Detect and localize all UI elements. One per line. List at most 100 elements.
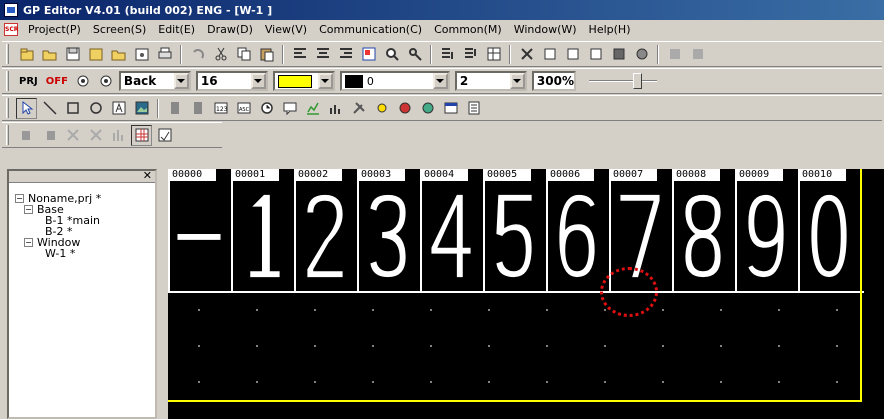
cut-icon[interactable] [210,44,231,65]
library-icon[interactable] [608,44,629,65]
image-tool-icon[interactable] [131,98,152,119]
alarm-tool-icon[interactable] [371,98,392,119]
cat-icon[interactable] [585,44,606,65]
numeric-display-panel[interactable]: 00002 [294,169,354,291]
slider-thumb[interactable] [632,73,642,89]
zoom-icon[interactable] [381,44,402,65]
new-project-icon[interactable] [16,44,37,65]
foreground-color-select[interactable] [272,71,335,91]
numeric-display-icon[interactable]: 123 [210,98,231,119]
menu-common[interactable]: Common(M) [428,23,508,36]
menu-communication[interactable]: Communication(C) [313,23,428,36]
layer-back-icon[interactable] [39,125,60,146]
align-center-icon[interactable] [312,44,333,65]
tree-item-screen[interactable]: W-1 * [15,248,101,259]
flip-h-icon[interactable] [62,125,83,146]
open-icon[interactable] [39,44,60,65]
layer-front-icon[interactable] [16,125,37,146]
copy-icon[interactable] [233,44,254,65]
graph-tool-icon[interactable] [302,98,323,119]
background-color-select[interactable]: 0 [339,71,450,91]
meter-tool-icon[interactable] [417,98,438,119]
line-width-select[interactable]: 2 [454,71,527,91]
parts-icon[interactable] [631,44,652,65]
sampling-tool-icon[interactable] [394,98,415,119]
save-icon[interactable] [62,44,83,65]
clock-tool-icon[interactable] [256,98,277,119]
collapse-icon[interactable]: − [24,205,33,214]
numeric-display-panel[interactable]: 00010 [798,169,858,291]
device-view-icon[interactable] [73,71,94,92]
menu-screen[interactable]: Screen(S) [87,23,152,36]
line-tool-icon[interactable] [39,98,60,119]
disabled-icon-b[interactable] [687,44,708,65]
font-size-select[interactable]: 16 [195,71,268,91]
move-down-icon[interactable] [437,44,458,65]
save-screen-icon[interactable] [131,44,152,65]
open-screen-icon[interactable] [108,44,129,65]
toolbar-grip[interactable] [6,125,9,145]
move-up-icon[interactable] [460,44,481,65]
recipe-tool-icon[interactable] [463,98,484,119]
menu-window[interactable]: Window(W) [508,23,583,36]
numeric-display-panel[interactable]: 00004 [420,169,480,291]
align-left-icon[interactable] [289,44,310,65]
numeric-display-panel[interactable]: 00008 [672,169,732,291]
project-label[interactable]: PRJ [16,76,41,87]
off-label[interactable]: OFF [43,76,71,87]
table-icon[interactable] [483,44,504,65]
numeric-display-panel[interactable]: 00006 [546,169,606,291]
mode-select[interactable]: Back [118,71,191,91]
toolbar-grip[interactable] [6,44,9,64]
text-tool-icon[interactable] [108,98,129,119]
collapse-icon[interactable]: − [24,238,33,247]
select-tool-icon[interactable] [16,97,37,119]
tools-icon[interactable] [348,98,369,119]
object-icon[interactable] [539,44,560,65]
menu-view[interactable]: View(V) [259,23,313,36]
screen-canvas[interactable]: 00000 00001 00002 00003 00004 00005 00006 00007… [168,169,864,419]
snap-icon[interactable] [154,125,175,146]
group-icon[interactable] [358,44,379,65]
find-icon[interactable] [404,44,425,65]
grid-dot [720,309,722,311]
align-right-icon[interactable] [335,44,356,65]
switch-tool-icon[interactable] [164,98,185,119]
toolbar-grip[interactable] [6,71,9,91]
menu-draw[interactable]: Draw(D) [201,23,259,36]
circle-tool-icon[interactable] [85,98,106,119]
menu-project[interactable]: Project(P) [22,23,87,36]
undo-icon[interactable] [187,44,208,65]
numeric-display-panel[interactable]: 00000 [168,169,228,291]
numeric-display-panel[interactable]: 00009 [735,169,795,291]
collapse-icon[interactable]: − [15,194,24,203]
new-screen-icon[interactable] [85,44,106,65]
numeric-display-panel[interactable]: 00001 [231,169,291,291]
toolbar-grip[interactable] [6,98,9,118]
attribute-toolbar: PRJ OFF Back 16 0 2 300% [2,68,882,94]
grid-icon[interactable] [131,124,152,146]
grid-dot [778,381,780,383]
disabled-icon-a[interactable] [664,44,685,65]
zoom-select[interactable]: 300% [531,71,576,91]
bar-tool-icon[interactable] [325,98,346,119]
flip-v-icon[interactable] [85,125,106,146]
numeric-display-panel[interactable]: 00005 [483,169,543,291]
window-tool-icon[interactable] [440,98,461,119]
document-icon[interactable]: SCR [4,23,18,36]
message-tool-icon[interactable] [279,98,300,119]
rectangle-tool-icon[interactable] [62,98,83,119]
arrange-icon[interactable] [108,125,129,146]
menu-help[interactable]: Help(H) [583,23,637,36]
close-icon[interactable]: ✕ [143,169,152,182]
paste-icon[interactable] [256,44,277,65]
menu-edit[interactable]: Edit(E) [152,23,201,36]
data-icon[interactable] [516,44,537,65]
zoom-slider[interactable] [588,71,657,91]
print-icon[interactable] [154,44,175,65]
numeric-display-panel[interactable]: 00003 [357,169,417,291]
device-icon[interactable] [562,44,583,65]
ascii-display-icon[interactable]: ASC [233,98,254,119]
display-icon[interactable] [96,71,117,92]
lamp-tool-icon[interactable] [187,98,208,119]
